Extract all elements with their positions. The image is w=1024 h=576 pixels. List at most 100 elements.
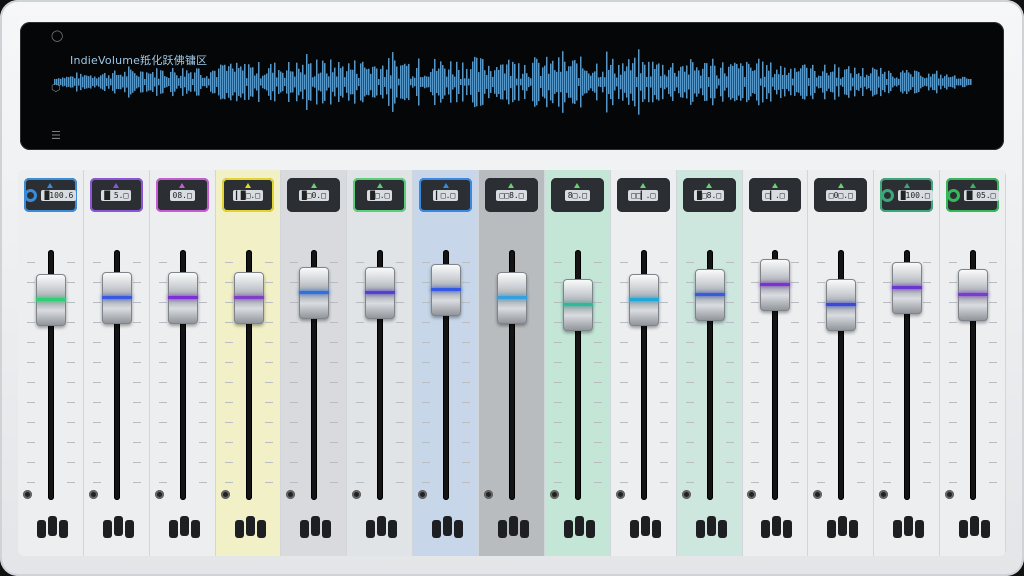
fader-knob[interactable] [365,266,396,319]
fader-knob[interactable] [431,264,462,316]
channel-button[interactable] [245,516,255,536]
channel-button[interactable] [706,516,716,536]
channel-buttons[interactable] [563,516,595,540]
fader-knob[interactable] [892,261,923,314]
channel-button[interactable] [695,520,705,538]
channel-button[interactable] [443,516,453,536]
fader-knob[interactable] [233,271,264,324]
channel-button[interactable] [300,520,310,538]
channel-button[interactable] [904,516,914,536]
channel-button[interactable] [454,520,464,538]
channel-button[interactable] [772,516,782,536]
channel-button[interactable] [519,520,529,538]
channel-button[interactable] [234,520,244,538]
channel-button[interactable] [36,520,46,538]
channel-button[interactable] [113,516,123,536]
channel-display[interactable]: 8□.□ [550,178,604,212]
status-led [22,490,32,499]
power-icon[interactable]: ◯ [51,30,63,41]
channel-display[interactable]: ▎□.□ [419,178,473,212]
channel-buttons[interactable] [827,516,859,540]
channel-buttons[interactable] [432,516,464,540]
channel-button[interactable] [124,520,134,538]
channel-button[interactable] [761,520,771,538]
channel-buttons[interactable] [629,516,661,540]
fader-knob[interactable] [694,269,725,321]
channel-button[interactable] [179,516,189,536]
channel-buttons[interactable] [168,516,200,540]
channel-button[interactable] [915,520,925,538]
scale-tick [198,362,207,363]
channel-display[interactable]: □▎.□ [748,178,802,212]
channel-buttons[interactable] [366,516,398,540]
scale-tick [685,422,694,423]
channel-display[interactable]: █□.□ [353,178,407,212]
channel-display[interactable]: █□0.□ [287,178,341,212]
channel-display[interactable]: █□8.□ [682,178,736,212]
fader-knob[interactable] [760,259,791,311]
channel-button[interactable] [508,516,518,536]
power-ring-icon[interactable] [880,188,894,202]
fader-knob[interactable] [35,274,66,326]
channel-buttons[interactable] [497,516,529,540]
channel-button[interactable] [651,520,661,538]
channel-button[interactable] [47,516,57,536]
channel-display[interactable]: □□▎.□ [616,178,670,212]
channel-buttons[interactable] [300,516,332,540]
channel-button[interactable] [190,520,200,538]
channel-display[interactable]: █100.□ [880,178,934,212]
channel-display[interactable]: █▎05.□ [946,178,999,212]
channel-display[interactable]: □□8.□ [485,178,538,212]
channel-button[interactable] [640,516,650,536]
channel-button[interactable] [563,520,573,538]
channel-display[interactable]: █▎5.□ [89,178,143,212]
scale-tick [949,342,958,343]
menu-icon[interactable]: ☰ [51,130,61,141]
channel-button[interactable] [168,520,178,538]
channel-button[interactable] [893,520,903,538]
channel-button[interactable] [585,520,595,538]
channel-buttons[interactable] [893,516,925,540]
channel-button[interactable] [959,520,969,538]
fader-knob[interactable] [101,271,132,324]
channel-button[interactable] [783,520,793,538]
channel-buttons[interactable] [959,516,991,540]
channel-buttons[interactable] [695,516,727,540]
fader-knob[interactable] [299,266,330,319]
channel-buttons[interactable] [102,516,134,540]
channel-display[interactable]: ▎█□.□ [221,178,275,212]
channel-button[interactable] [311,516,321,536]
channel-button[interactable] [377,516,387,536]
settings-icon[interactable]: ⬡ [51,82,61,93]
channel-display[interactable]: 08.□ [155,178,209,212]
channel-button[interactable] [388,520,398,538]
channel-button[interactable] [497,520,507,538]
channel-button[interactable] [717,520,727,538]
channel-button[interactable] [322,520,332,538]
channel-buttons[interactable] [36,516,68,540]
power-ring-icon[interactable] [946,188,960,202]
channel-button[interactable] [838,516,848,536]
fader-knob[interactable] [826,279,857,331]
channel-button[interactable] [574,516,584,536]
channel-button[interactable] [849,520,859,538]
channel-button[interactable] [827,520,837,538]
channel-button[interactable] [102,520,112,538]
fader-knob[interactable] [628,274,659,326]
channel-button[interactable] [629,520,639,538]
fader-knob[interactable] [496,271,527,324]
channel-buttons[interactable] [761,516,793,540]
fader-knob[interactable] [167,271,198,324]
channel-button[interactable] [58,520,68,538]
channel-button[interactable] [970,516,980,536]
channel-display[interactable]: □0□.□ [814,178,868,212]
channel-button[interactable] [366,520,376,538]
fader-knob[interactable] [958,269,989,321]
fader-knob[interactable] [562,279,593,331]
channel-buttons[interactable] [234,516,266,540]
channel-display[interactable]: █100.6 [24,178,77,212]
channel-button[interactable] [256,520,266,538]
channel-button[interactable] [981,520,991,538]
channel-button[interactable] [432,520,442,538]
power-ring-icon[interactable] [24,188,38,202]
